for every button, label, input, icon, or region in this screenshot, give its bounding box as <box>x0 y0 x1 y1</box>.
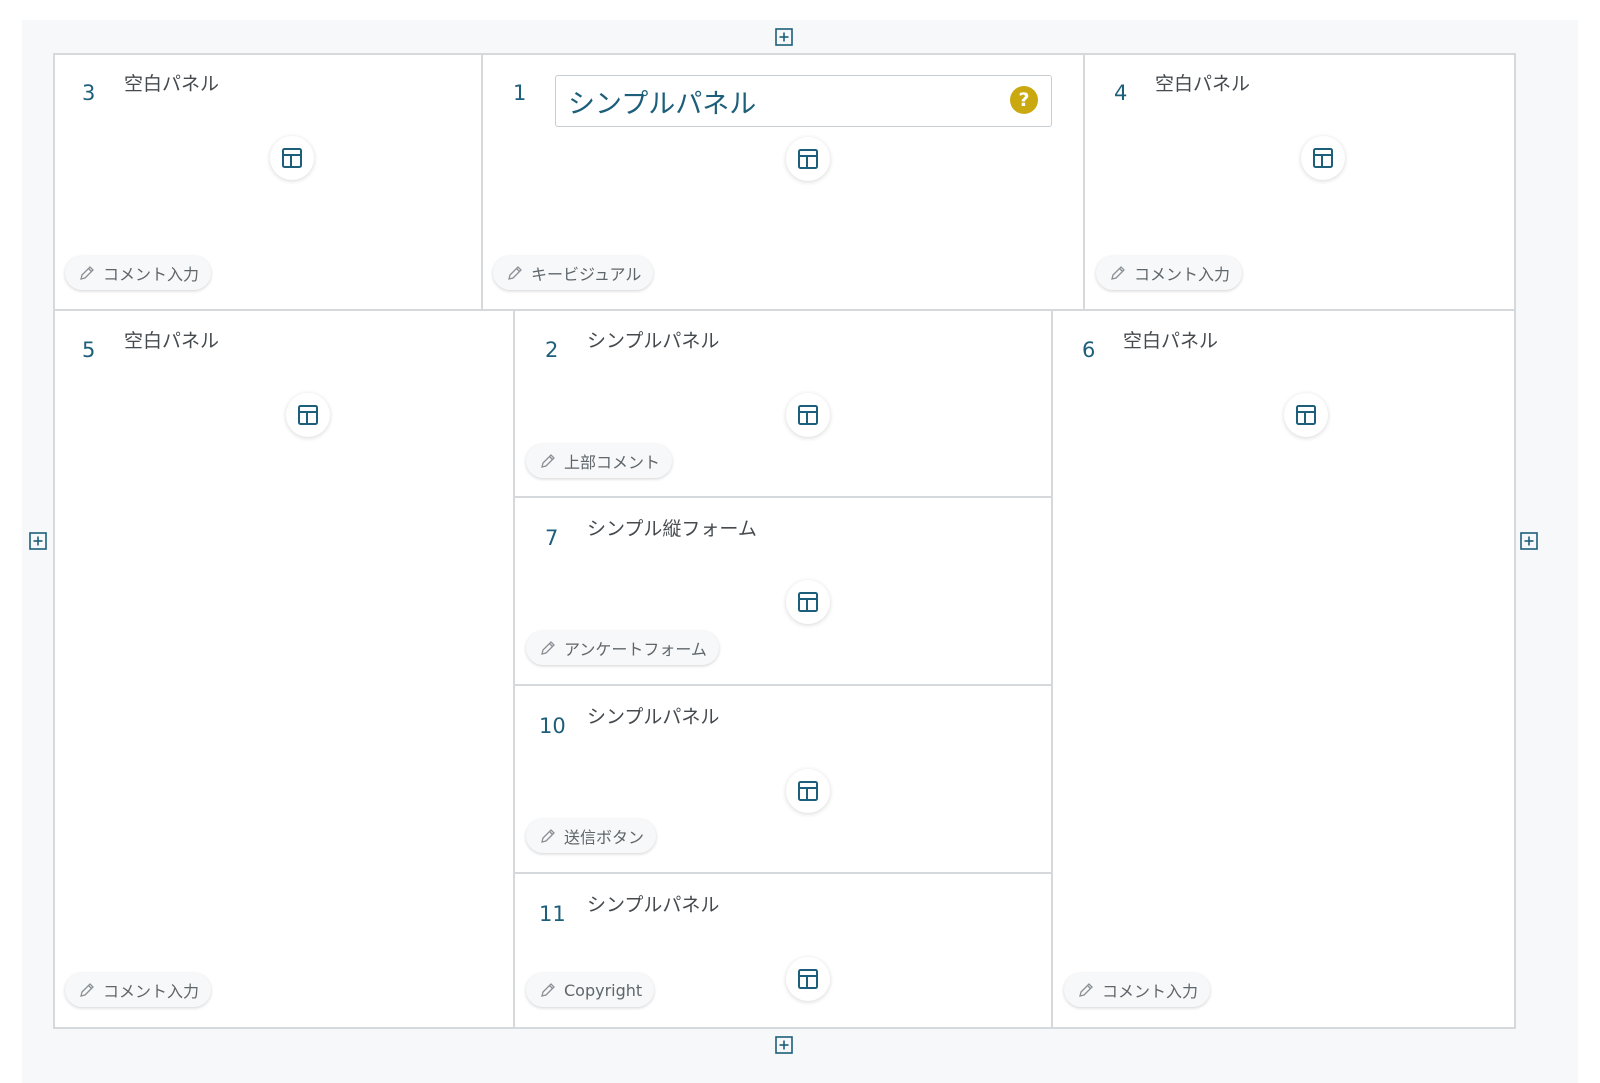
pencil-icon <box>508 266 522 280</box>
pencil-icon <box>80 983 94 997</box>
panel-title: 空白パネル <box>1155 73 1251 95</box>
panel-title: 空白パネル <box>124 73 220 95</box>
comment-button[interactable]: アンケートフォーム <box>526 631 719 665</box>
comment-button[interactable]: 送信ボタン <box>526 819 657 853</box>
comment-button[interactable]: コメント入力 <box>65 973 212 1007</box>
panel-10[interactable]: 10 シンプルパネル 送信ボタン <box>515 686 1051 872</box>
pencil-icon <box>1111 266 1125 280</box>
comment-label: 上部コメント <box>564 453 661 472</box>
layout-template-icon[interactable] <box>270 136 314 180</box>
panel-title: シンプルパネル <box>587 894 720 916</box>
comment-label: キービジュアル <box>531 265 642 284</box>
panel-number: 1 <box>513 81 527 105</box>
panel-7[interactable]: 7 シンプル縦フォーム アンケートフォーム <box>515 498 1051 684</box>
pencil-icon <box>1079 983 1093 997</box>
comment-button[interactable]: コメント入力 <box>1064 973 1211 1007</box>
panel-title: シンプルパネル <box>587 706 720 728</box>
pencil-icon <box>541 983 555 997</box>
comment-label: コメント入力 <box>1134 265 1231 284</box>
pencil-icon <box>80 266 94 280</box>
comment-label: 送信ボタン <box>564 828 645 847</box>
comment-label: コメント入力 <box>1102 982 1199 1001</box>
panel-title-input[interactable] <box>556 76 1051 126</box>
comment-label: コメント入力 <box>103 982 200 1001</box>
panel-1[interactable]: 1 ? キービジュアル <box>483 55 1083 309</box>
layout-template-icon[interactable] <box>786 769 830 813</box>
add-row-top-icon[interactable] <box>775 28 793 46</box>
panel-title: 空白パネル <box>124 330 220 352</box>
comment-button[interactable]: コメント入力 <box>65 256 212 290</box>
panel-number: 3 <box>82 81 96 105</box>
comment-button[interactable]: キービジュアル <box>493 256 654 290</box>
comment-button[interactable]: Copyright <box>526 973 655 1007</box>
layout-template-icon[interactable] <box>786 580 830 624</box>
panel-number: 2 <box>545 338 559 362</box>
add-column-left-icon[interactable] <box>29 532 47 550</box>
layout-template-icon[interactable] <box>786 137 830 181</box>
add-row-bottom-icon[interactable] <box>775 1036 793 1054</box>
panel-title-field[interactable]: ? <box>555 75 1052 127</box>
question-circle-icon[interactable]: ? <box>1010 86 1038 114</box>
pencil-icon <box>541 829 555 843</box>
comment-label: Copyright <box>564 980 643 1000</box>
panel-2[interactable]: 2 シンプルパネル 上部コメント <box>515 311 1051 496</box>
layout-template-icon[interactable] <box>1301 136 1345 180</box>
layout-template-icon[interactable] <box>786 957 830 1001</box>
panel-4[interactable]: 4 空白パネル コメント入力 <box>1085 55 1514 309</box>
panel-5[interactable]: 5 空白パネル コメント入力 <box>55 311 513 1027</box>
panel-title: 空白パネル <box>1123 330 1219 352</box>
comment-label: アンケートフォーム <box>564 640 707 659</box>
pencil-icon <box>541 454 555 468</box>
comment-label: コメント入力 <box>103 265 200 284</box>
comment-button[interactable]: 上部コメント <box>526 444 673 478</box>
pencil-icon <box>541 641 555 655</box>
panel-number: 10 <box>539 714 566 738</box>
panel-number: 11 <box>539 902 566 926</box>
add-column-right-icon[interactable] <box>1520 532 1538 550</box>
panel-11[interactable]: 11 シンプルパネル Copyright <box>515 874 1051 1027</box>
panel-number: 7 <box>545 526 559 550</box>
panel-title: シンプル縦フォーム <box>587 518 757 540</box>
panel-number: 4 <box>1114 81 1128 105</box>
layout-template-icon[interactable] <box>286 393 330 437</box>
comment-button[interactable]: コメント入力 <box>1096 256 1243 290</box>
layout-template-icon[interactable] <box>786 393 830 437</box>
panel-6[interactable]: 6 空白パネル コメント入力 <box>1053 311 1514 1027</box>
panel-number: 5 <box>82 338 96 362</box>
panel-number: 6 <box>1082 338 1096 362</box>
panel-3[interactable]: 3 空白パネル コメント入力 <box>55 55 481 309</box>
panel-title: シンプルパネル <box>587 330 720 352</box>
layout-template-icon[interactable] <box>1284 393 1328 437</box>
